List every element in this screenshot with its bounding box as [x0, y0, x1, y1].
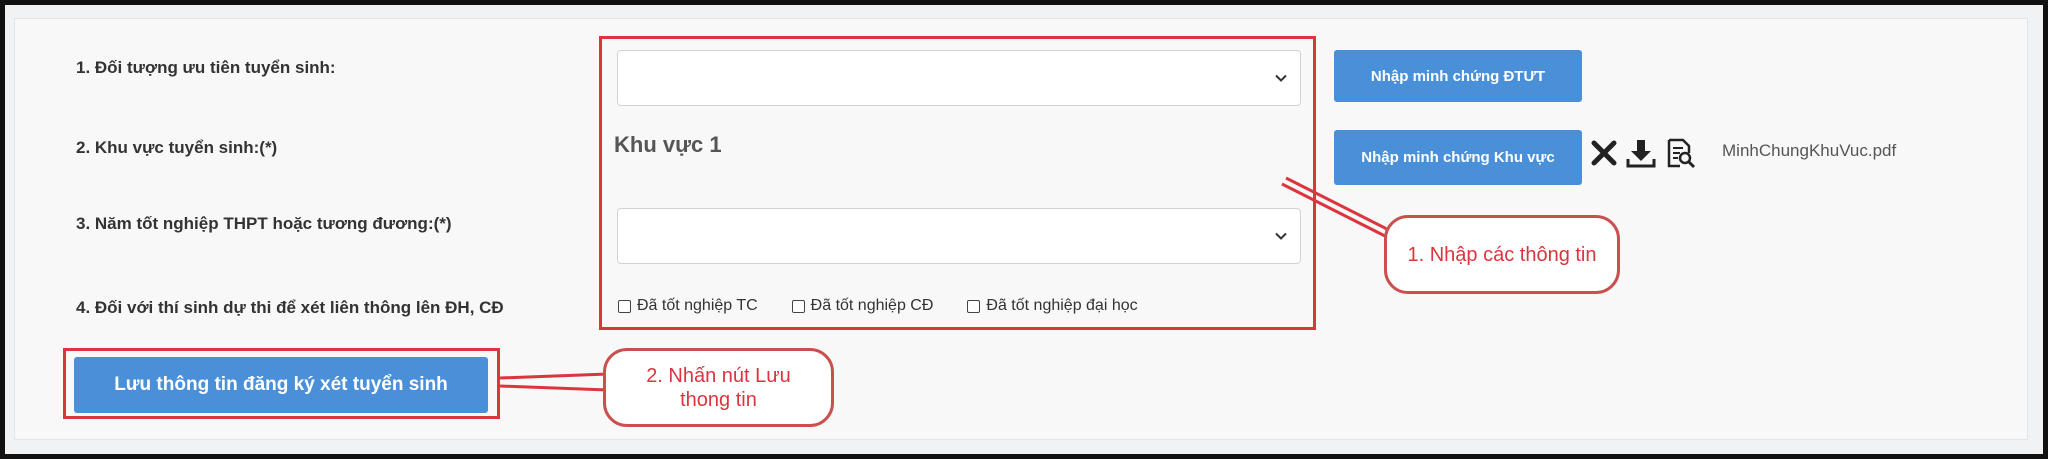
view-document-icon[interactable] — [1664, 137, 1696, 169]
annotation-callout-step1: 1. Nhập các thông tin — [1384, 215, 1620, 294]
evidence-file-name[interactable]: MinhChungKhuVuc.pdf — [1722, 141, 1896, 161]
download-icon[interactable] — [1625, 137, 1657, 169]
upload-region-evidence-button[interactable]: Nhập minh chứng Khu vực — [1334, 130, 1582, 185]
annotation-callout-step2: 2. Nhấn nút Lưu thong tin — [603, 348, 834, 427]
field-label-region: 2. Khu vực tuyển sinh:(*) — [76, 138, 278, 157]
annotation-highlight-fields — [599, 36, 1316, 330]
upload-priority-evidence-button[interactable]: Nhập minh chứng ĐTƯT — [1334, 50, 1582, 102]
field-label-priority: 1. Đối tượng ưu tiên tuyển sinh: — [76, 58, 336, 77]
delete-icon[interactable] — [1588, 137, 1620, 169]
annotation-highlight-save — [63, 348, 500, 419]
field-label-graduation-year: 3. Năm tốt nghiệp THPT hoặc tương đương:… — [76, 214, 452, 233]
field-label-transfer: 4. Đối với thí sinh dự thi để xét liên t… — [76, 298, 504, 317]
